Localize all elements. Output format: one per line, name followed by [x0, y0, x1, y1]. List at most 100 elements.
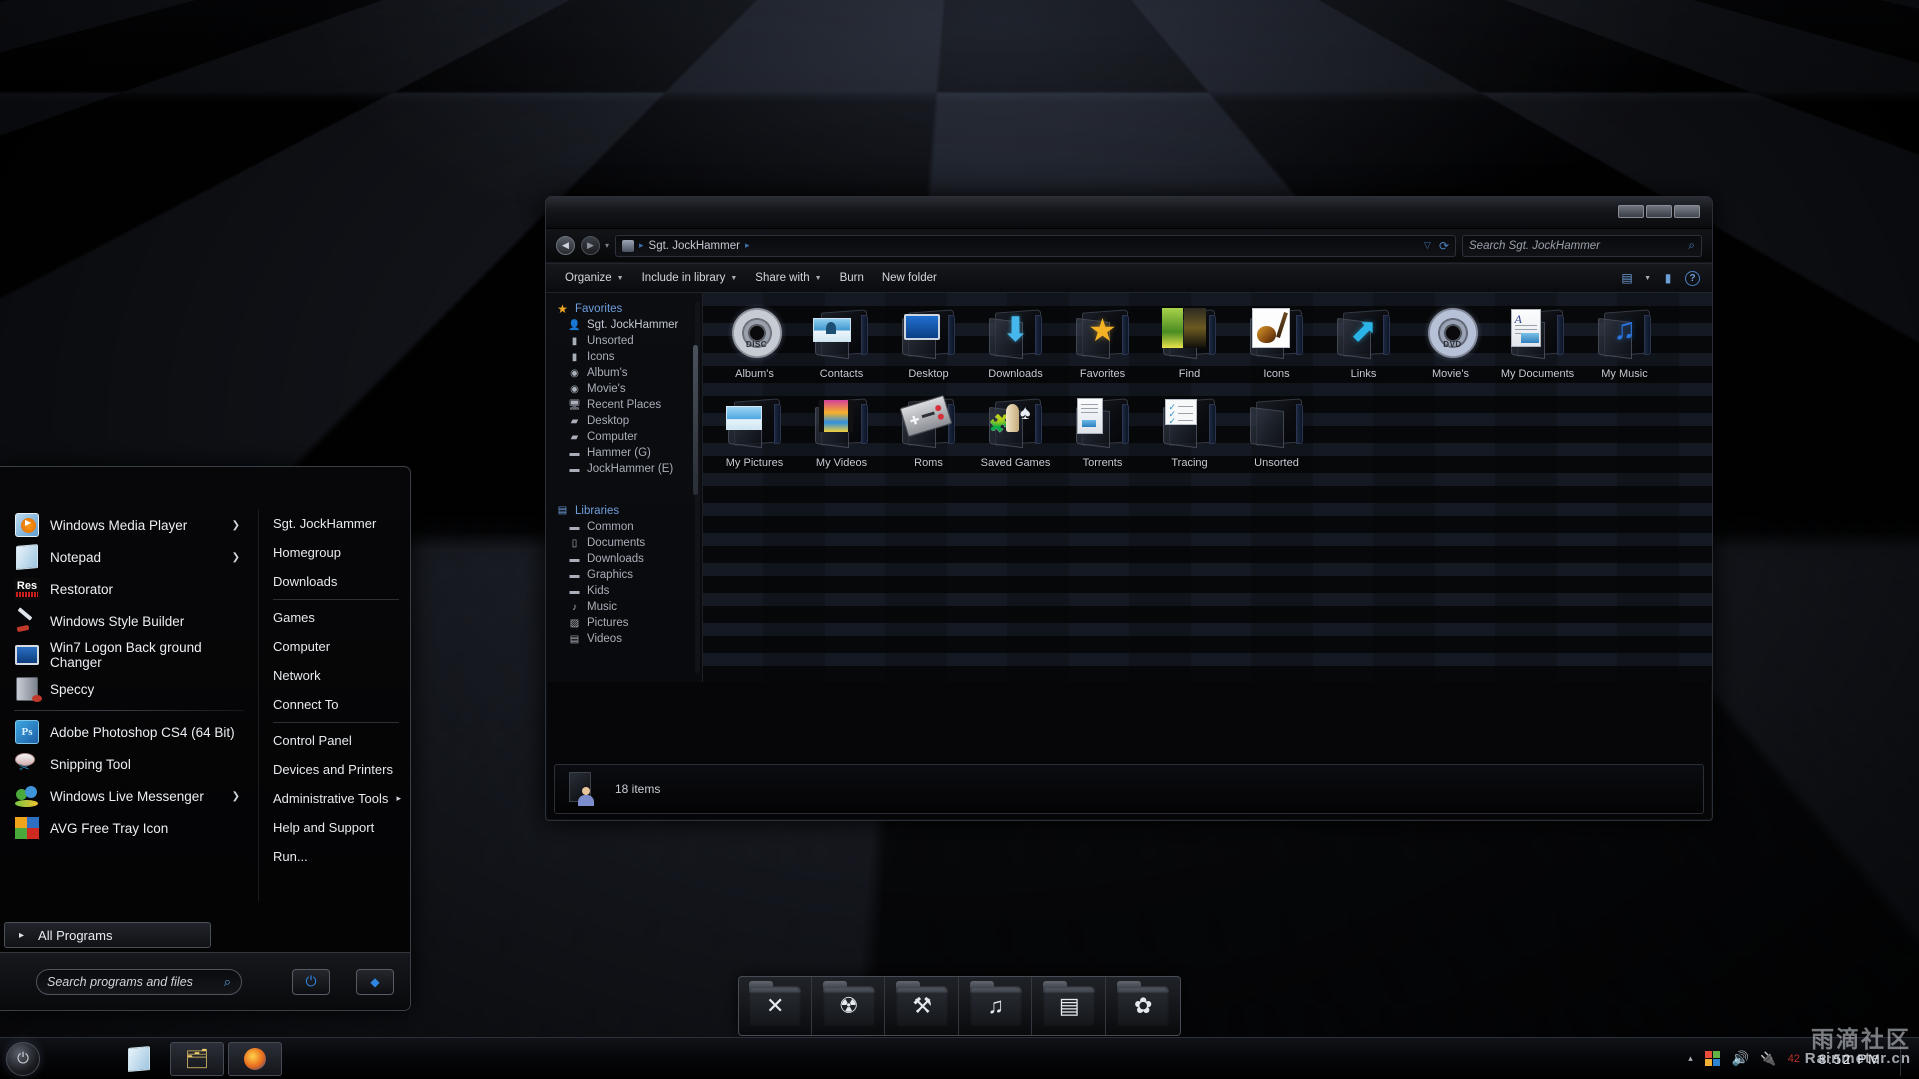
nav-item-kids[interactable]: ▬ Kids — [546, 583, 702, 599]
history-dropdown-icon[interactable]: ▾ — [605, 241, 609, 250]
navigation-pane[interactable]: ★ Favorites 👤 Sgt. JockHammer ▮ Unsorted… — [546, 293, 703, 682]
start-menu-right-item[interactable]: Control Panel — [263, 726, 407, 755]
toolbar-new-folder-button[interactable]: New folder — [873, 268, 946, 288]
nav-item-unsorted[interactable]: ▮ Unsorted — [546, 333, 702, 349]
nav-item-common[interactable]: ▬ Common — [546, 519, 702, 535]
chevron-right-icon[interactable]: ❯ — [232, 552, 246, 563]
start-menu-item[interactable]: Res Restorator — [0, 573, 254, 605]
search-input[interactable] — [1469, 239, 1689, 252]
refresh-icon[interactable]: ⟳ — [1439, 239, 1449, 253]
help-icon[interactable]: ? — [1685, 270, 1700, 286]
start-menu-item[interactable]: Ps Adobe Photoshop CS4 (64 Bit) — [0, 716, 254, 748]
magnifier-icon[interactable]: ⌕ — [224, 974, 231, 990]
nav-item-music[interactable]: ♪ Music — [546, 599, 702, 615]
dock-item-settings-folder[interactable]: ✿ — [1107, 977, 1179, 1035]
show-desktop-button[interactable] — [1900, 1041, 1909, 1076]
start-menu-item[interactable]: ✂ Snipping Tool — [0, 748, 254, 780]
file-item[interactable]: A My Documents — [1494, 303, 1581, 380]
magnifier-icon[interactable]: ⌕ — [1688, 238, 1695, 253]
navigation-scrollbar[interactable] — [693, 301, 700, 673]
toolbar-organize-button[interactable]: Organize ▼ — [556, 268, 633, 288]
maximize-button[interactable] — [1646, 205, 1672, 218]
forward-button[interactable]: ▶ — [581, 236, 600, 255]
all-programs-button[interactable]: ▸ All Programs — [4, 922, 211, 948]
file-item[interactable]: DVD Movie's — [1407, 303, 1494, 380]
nav-item-desktop[interactable]: ▰ Desktop — [546, 413, 702, 429]
file-item[interactable]: ★ Favorites — [1059, 303, 1146, 380]
search-input[interactable] — [47, 974, 224, 989]
start-menu-item[interactable]: AVG Free Tray Icon — [0, 812, 254, 844]
start-menu-right-item[interactable]: Network — [263, 661, 407, 690]
taskbar-item-notepad[interactable] — [112, 1042, 166, 1076]
start-orb-icon[interactable]: ⏻ — [6, 1041, 40, 1076]
file-item[interactable]: My Pictures — [711, 392, 798, 469]
chevron-right-icon[interactable]: ❯ — [232, 791, 246, 802]
start-menu-right-item[interactable]: Connect To — [263, 690, 407, 719]
nav-item-videos[interactable]: ▤ Videos — [546, 631, 702, 647]
dock-item-video-folder[interactable]: ▤ — [1034, 977, 1106, 1035]
dock-item-music-folder[interactable]: ♫ — [960, 977, 1033, 1035]
start-search-box[interactable]: ⌕ — [36, 968, 242, 995]
file-list-pane[interactable]: DISC Album's Contacts Desktop ⬇ Downloads ★ Fav… — [703, 293, 1712, 682]
scrollbar-thumb[interactable] — [693, 345, 698, 495]
file-item[interactable]: Contacts — [798, 303, 885, 380]
nav-item-jockhammer-e[interactable]: ▬ JockHammer (E) — [546, 461, 702, 477]
nav-header-libraries[interactable]: ▤ Libraries — [546, 502, 702, 519]
file-item[interactable]: Icons — [1233, 303, 1320, 380]
start-menu-right-item[interactable]: Homegroup — [263, 538, 407, 567]
dock-item-tools-folder[interactable]: ⚒ — [887, 977, 959, 1035]
nav-header-favorites[interactable]: ★ Favorites — [546, 300, 702, 317]
nav-item-albums[interactable]: ◉ Album's — [546, 365, 702, 381]
chevron-down-icon[interactable]: ▼ — [1644, 275, 1651, 282]
dock-item-burn-folder[interactable]: ☢ — [813, 977, 886, 1035]
nav-item-hammer-g[interactable]: ▬ Hammer (G) — [546, 445, 702, 461]
start-menu-item[interactable]: Win7 Logon Back ground Changer — [0, 637, 254, 673]
start-menu-right-item[interactable]: Sgt. JockHammer — [263, 509, 407, 538]
start-menu-item[interactable]: Windows Style Builder — [0, 605, 254, 637]
volume-icon[interactable]: 🔊 — [1732, 1050, 1749, 1067]
window-titlebar[interactable] — [546, 197, 1712, 229]
start-menu-item[interactable]: Windows Media Player ❯ — [0, 509, 254, 541]
power-plug-icon[interactable]: 🔌 — [1760, 1050, 1777, 1067]
start-menu-right-item[interactable]: Administrative Tools ▸ — [263, 784, 407, 813]
minimize-button[interactable] — [1618, 205, 1644, 218]
shutdown-options-button[interactable]: ◆ — [356, 968, 394, 995]
chevron-right-icon[interactable]: ▸ — [396, 793, 401, 804]
chevron-down-icon[interactable]: ▽ — [1424, 240, 1431, 251]
start-menu-item[interactable]: Notepad ❯ — [0, 541, 254, 573]
nav-item-sgt-jockhammer[interactable]: 👤 Sgt. JockHammer — [546, 317, 702, 333]
desktop-dock[interactable]: ✕ ☢ ⚒ ♫ ▤ ✿ — [738, 976, 1181, 1036]
file-item[interactable]: ⬈ Links — [1320, 303, 1407, 380]
power-button[interactable]: ⏻ — [292, 968, 330, 995]
file-item[interactable]: ♠ 🧩 Saved Games — [972, 392, 1059, 469]
file-item[interactable]: Desktop — [885, 303, 972, 380]
taskbar-clock[interactable]: 8:52 PM — [1811, 1051, 1889, 1067]
explorer-window[interactable]: ◀ ▶ ▾ ▸ Sgt. JockHammer ▸ ▽ ⟳ ⌕ Organize… — [545, 196, 1713, 821]
preview-pane-icon[interactable]: ▮ — [1661, 271, 1675, 285]
file-item[interactable]: ♫ My Music — [1581, 303, 1668, 380]
start-menu-right-item[interactable]: Computer — [263, 632, 407, 661]
file-item[interactable]: ✚ Roms — [885, 392, 972, 469]
back-button[interactable]: ◀ — [556, 236, 575, 255]
nav-item-documents[interactable]: ▯ Documents — [546, 535, 702, 551]
file-item[interactable]: Torrents — [1059, 392, 1146, 469]
start-menu-item[interactable]: Windows Live Messenger ❯ — [0, 780, 254, 812]
start-menu-right-item[interactable]: Downloads — [263, 567, 407, 596]
toolbar-share-with-button[interactable]: Share with ▼ — [746, 268, 830, 288]
file-item[interactable]: Unsorted — [1233, 392, 1320, 469]
taskbar-item-windows-explorer[interactable]: 🗂 — [170, 1041, 224, 1076]
toolbar-burn-button[interactable]: Burn — [831, 268, 873, 288]
toolbar-include-in-library-button[interactable]: Include in library ▼ — [633, 268, 747, 288]
taskbar-item-firefox[interactable] — [228, 1041, 282, 1076]
start-menu[interactable]: Windows Media Player ❯ Notepad ❯ Res Restorat… — [0, 466, 411, 1011]
breadcrumb[interactable]: ▸ Sgt. JockHammer ▸ ▽ ⟳ — [615, 234, 1456, 257]
windows-flag-icon[interactable] — [1704, 1050, 1721, 1067]
nav-item-icons[interactable]: ▮ Icons — [546, 349, 702, 365]
nav-item-downloads[interactable]: ▬ Downloads — [546, 551, 702, 567]
file-item[interactable]: My Videos — [798, 392, 885, 469]
start-menu-right-item[interactable]: Devices and Printers — [263, 755, 407, 784]
start-menu-right-item[interactable]: Games — [263, 603, 407, 632]
nav-item-recent-places[interactable]: 🖥 Recent Places — [546, 397, 702, 413]
chevron-right-icon[interactable]: ❯ — [232, 520, 246, 531]
close-button[interactable] — [1674, 205, 1700, 218]
